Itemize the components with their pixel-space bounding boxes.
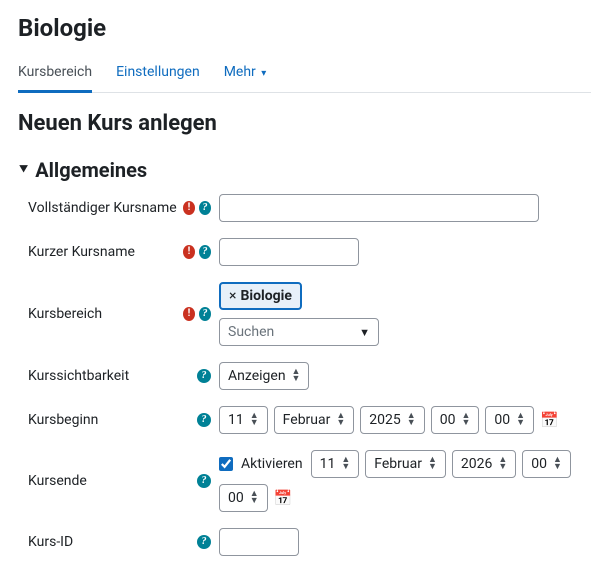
end-hour-select[interactable]: 00 ▲▼ [522,450,571,478]
section-toggle-allgemeines[interactable]: ⯆ Allgemeines [18,158,591,182]
shortname-input[interactable] [219,238,359,266]
category-title: Biologie [18,14,591,42]
help-icon[interactable]: ? [199,245,211,259]
help-icon[interactable]: ? [199,201,211,215]
end-hour-value: 00 [531,456,547,472]
fullname-input[interactable] [219,194,539,222]
page-title: Neuen Kurs anlegen [18,111,591,136]
help-icon[interactable]: ? [197,474,211,488]
help-icon[interactable]: ? [199,307,211,321]
tab-kursbereich[interactable]: Kursbereich [18,56,92,93]
updown-icon: ▲▼ [292,369,301,383]
calendar-icon[interactable]: 📅 [540,411,559,429]
chevron-down-icon: ⯆ [18,162,29,178]
start-year-value: 2025 [369,412,400,428]
label-kursbereich: Kursbereich [18,306,183,322]
help-icon[interactable]: ? [197,369,211,383]
end-month-select[interactable]: Februar ▲▼ [365,450,446,478]
close-icon[interactable]: × [229,288,236,304]
label-fullname: Vollständiger Kursname [18,200,183,216]
end-year-value: 2026 [461,456,492,472]
start-minute-select[interactable]: 00 ▲▼ [485,406,534,434]
tab-bar: Kursbereich Einstellungen Mehr ▾ [18,56,591,93]
updown-icon: ▲▼ [407,413,416,427]
required-icon: ! [183,245,195,259]
chevron-down-icon: ▾ [261,68,266,79]
end-day-select[interactable]: 11 ▲▼ [311,450,360,478]
end-minute-value: 00 [228,490,244,506]
start-day-select[interactable]: 11 ▲▼ [219,406,268,434]
help-icon[interactable]: ? [197,413,211,427]
end-month-value: Februar [374,456,422,472]
row-enddate: Kursende ? Aktivieren 11 ▲▼ Februar ▲▼ 202… [18,450,591,512]
kursbereich-search-placeholder: Suchen [228,324,274,340]
end-minute-select[interactable]: 00 ▲▼ [219,484,268,512]
updown-icon: ▲▼ [336,413,345,427]
updown-icon: ▲▼ [428,457,437,471]
tab-einstellungen[interactable]: Einstellungen [116,56,200,92]
kursbereich-chip[interactable]: × Biologie [219,282,302,310]
updown-icon: ▲▼ [461,413,470,427]
end-year-select[interactable]: 2026 ▲▼ [452,450,516,478]
label-startdate: Kursbeginn [18,412,183,428]
label-shortname: Kurzer Kursname [18,244,183,260]
label-enddate: Kursende [18,473,183,489]
kursbereich-search[interactable]: Suchen ▼ [219,318,379,346]
row-fullname: Vollständiger Kursname ! ? [18,194,591,222]
start-hour-value: 00 [440,412,456,428]
start-year-select[interactable]: 2025 ▲▼ [360,406,424,434]
row-courseid: Kurs-ID ? [18,528,591,556]
start-day-value: 11 [228,412,244,428]
updown-icon: ▲▼ [250,413,259,427]
start-minute-value: 00 [494,412,510,428]
label-visibility: Kurssichtbarkeit [18,368,183,384]
tab-mehr-label: Mehr [224,64,256,80]
label-courseid: Kurs-ID [18,534,183,550]
end-enable-checkbox[interactable] [219,457,233,471]
row-kursbereich: Kursbereich ! ? × Biologie Suchen ▼ [18,282,591,346]
updown-icon: ▲▼ [250,491,259,505]
updown-icon: ▲▼ [553,457,562,471]
end-enable-label: Aktivieren [241,456,303,472]
start-month-value: Februar [283,412,331,428]
updown-icon: ▲▼ [341,457,350,471]
visibility-select[interactable]: Anzeigen ▲▼ [219,362,309,390]
row-visibility: Kurssichtbarkeit ? Anzeigen ▲▼ [18,362,591,390]
tab-mehr[interactable]: Mehr ▾ [224,56,267,92]
visibility-value: Anzeigen [228,368,286,384]
courseid-input[interactable] [219,528,299,556]
updown-icon: ▲▼ [498,457,507,471]
calendar-icon[interactable]: 📅 [274,489,293,507]
help-icon[interactable]: ? [197,535,211,549]
required-icon: ! [183,307,195,321]
row-shortname: Kurzer Kursname ! ? [18,238,591,266]
kursbereich-chip-label: Biologie [240,288,291,304]
end-day-value: 11 [320,456,336,472]
updown-icon: ▲▼ [516,413,525,427]
required-icon: ! [183,201,195,215]
row-startdate: Kursbeginn ? 11▲▼ Februar▲▼ 2025▲▼ 00▲▼ … [18,406,591,434]
start-month-select[interactable]: Februar ▲▼ [274,406,355,434]
section-title: Allgemeines [35,158,147,182]
dropdown-icon: ▼ [359,326,370,339]
start-hour-select[interactable]: 00 ▲▼ [431,406,480,434]
